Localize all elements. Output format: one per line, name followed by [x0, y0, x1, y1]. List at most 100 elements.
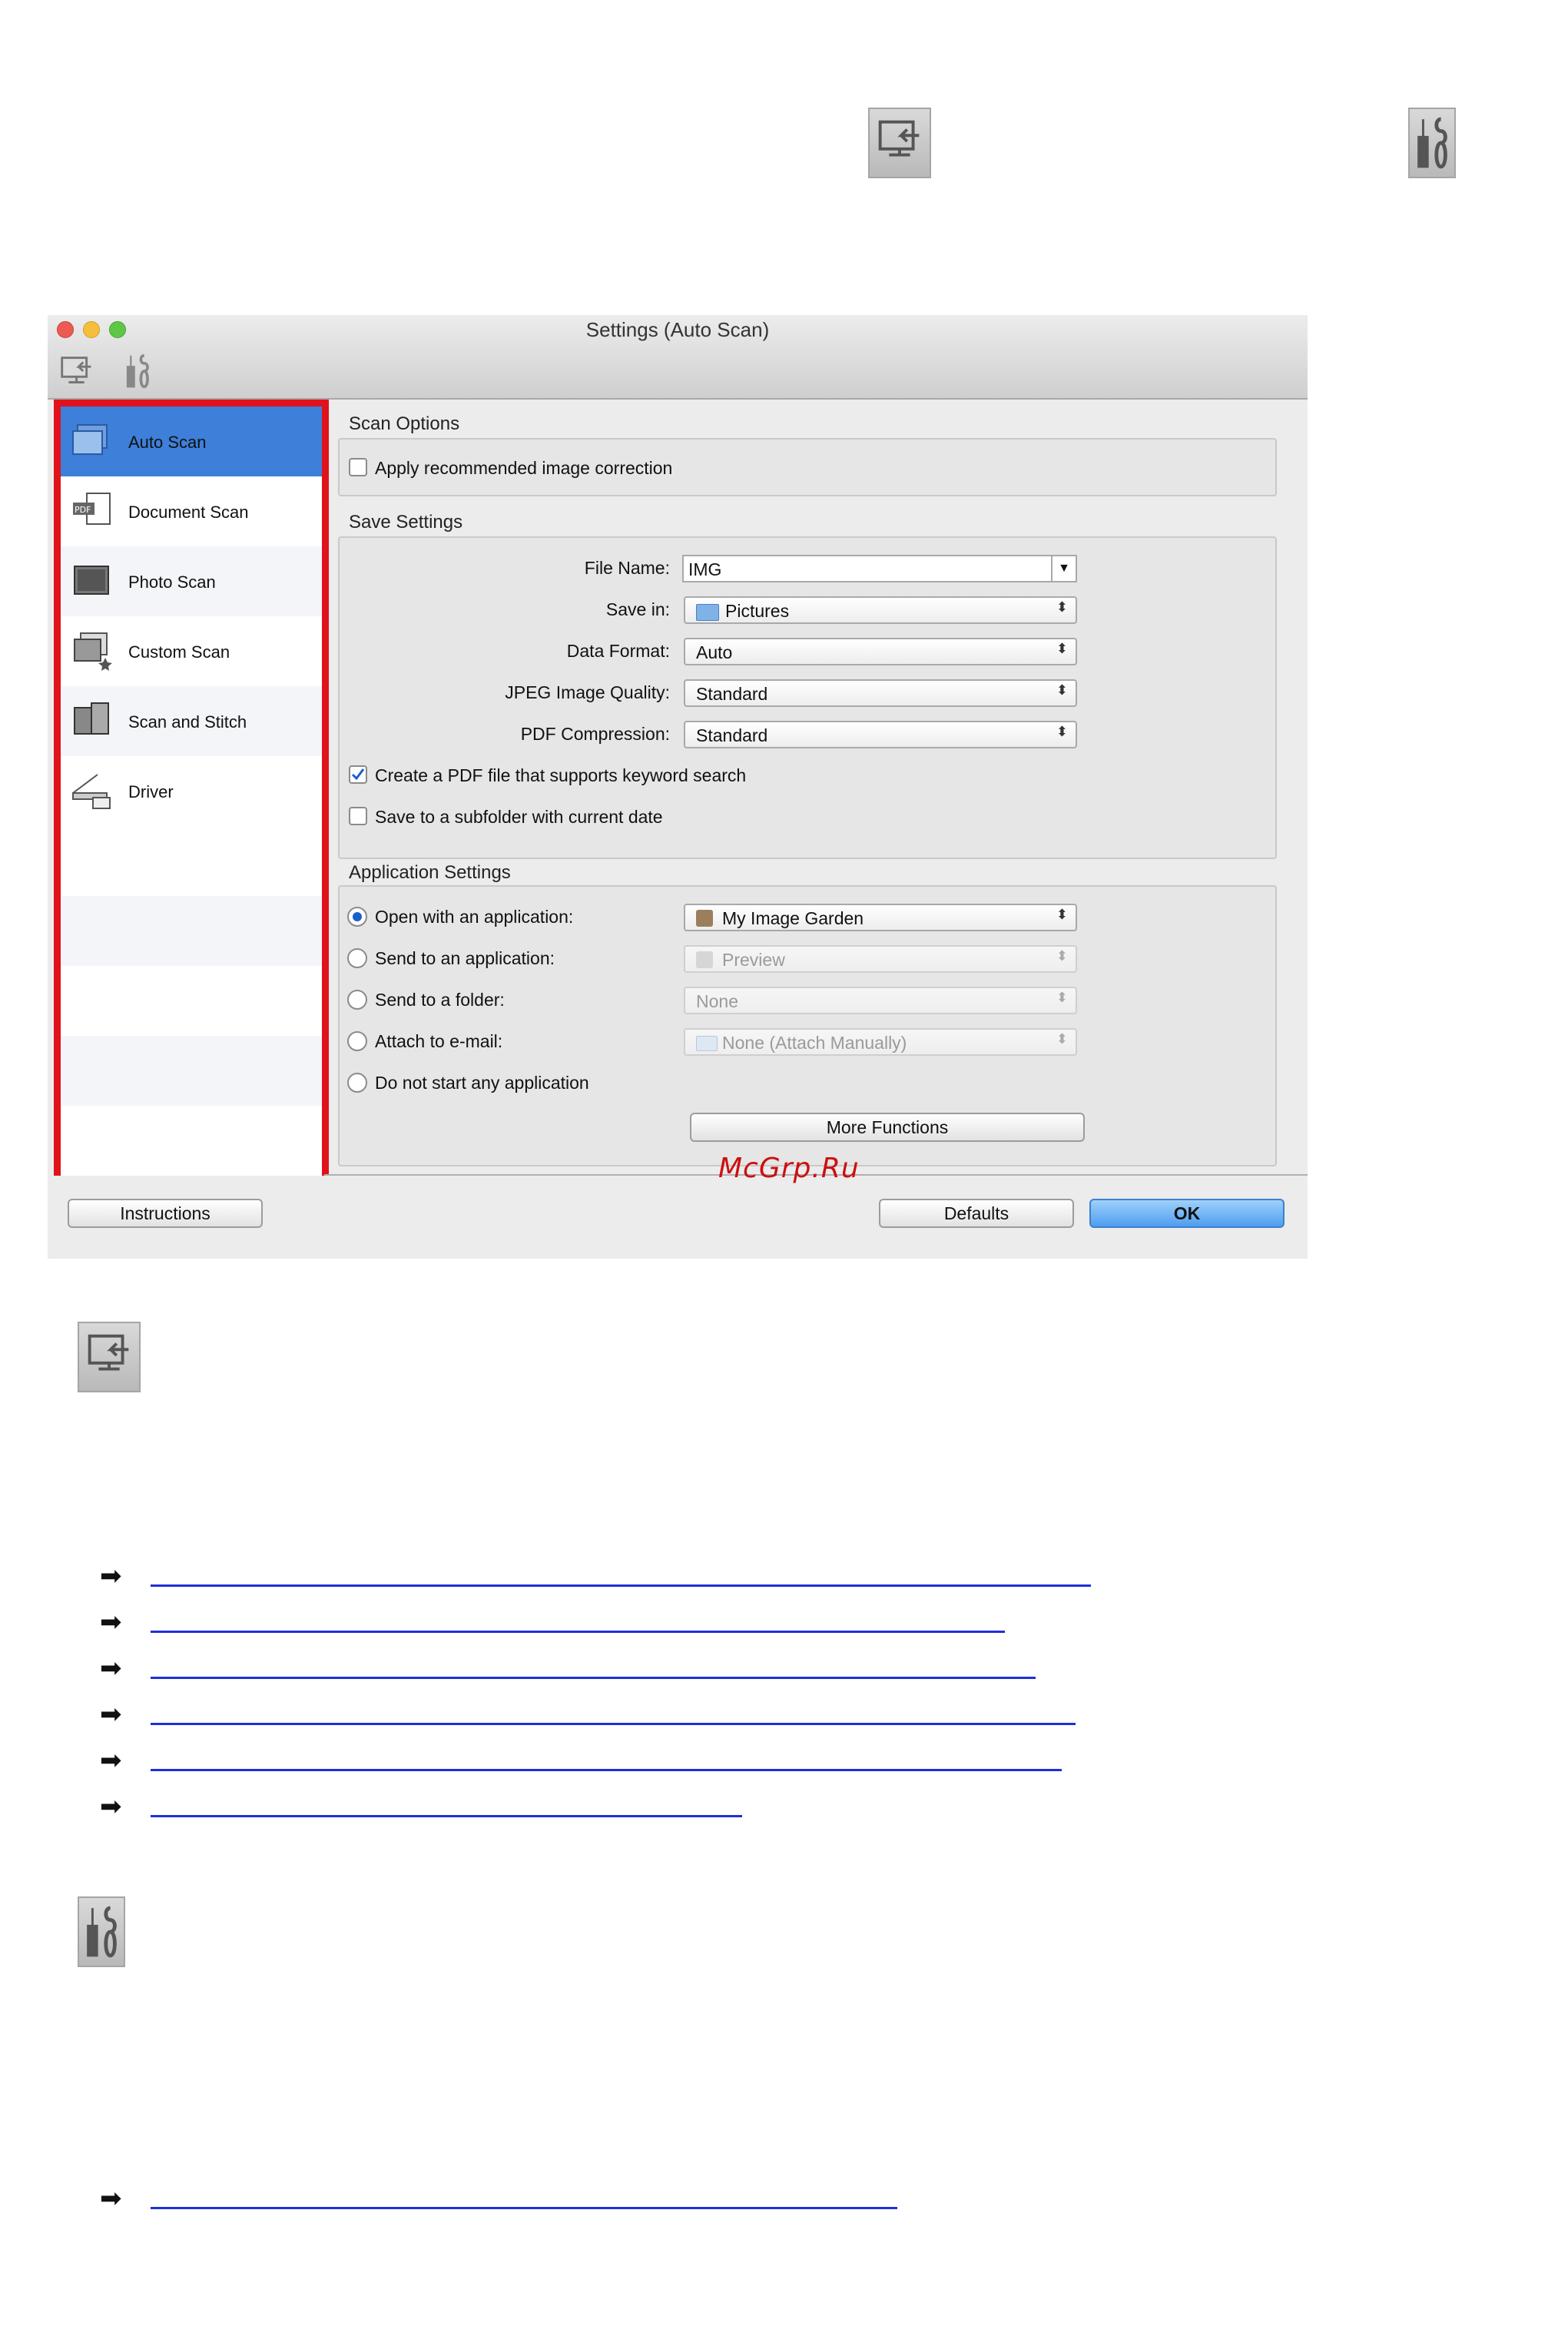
send-to-folder-select[interactable]: None ⬍ [684, 987, 1077, 1014]
open-with-app-label: Open with an application: [375, 907, 574, 927]
checkmark-icon [351, 768, 365, 781]
sidebar-item-label: Driver [128, 782, 174, 801]
photo-scan-icon [70, 560, 114, 602]
subfolder-checkbox[interactable] [349, 807, 367, 825]
data-format-label: Data Format: [566, 641, 670, 661]
chevron-down-icon[interactable]: ▼ [1051, 556, 1076, 581]
arrow-right-icon: ➡ [100, 1608, 122, 1637]
sidebar-item-label: Custom Scan [128, 642, 230, 662]
general-settings-icon [78, 1896, 125, 1967]
list-item [61, 826, 322, 896]
defaults-button[interactable]: Defaults [879, 1199, 1074, 1228]
send-to-folder-radio[interactable] [347, 990, 367, 1010]
auto-scan-icon [70, 420, 114, 462]
jpeg-quality-value: Standard [696, 684, 768, 704]
file-name-value: IMG [688, 559, 722, 579]
watermark: McGrp.Ru [718, 1153, 860, 1184]
link-underline[interactable] [151, 1584, 1091, 1587]
sidebar-item-label: Auto Scan [128, 433, 207, 452]
scan-from-computer-settings-icon [868, 108, 931, 178]
arrow-right-icon: ➡ [100, 2184, 122, 2213]
sidebar-item-driver[interactable]: Driver [61, 756, 322, 826]
more-functions-button[interactable]: More Functions [690, 1113, 1085, 1142]
chevron-updown-icon: ⬍ [1056, 990, 1068, 1005]
scan-and-stitch-icon [70, 700, 114, 742]
scan-mode-sidebar: Auto Scan PDF Document Scan Photo Scan C… [54, 400, 329, 1176]
sidebar-item-scan-and-stitch[interactable]: Scan and Stitch [61, 686, 322, 756]
ok-button[interactable]: OK [1089, 1199, 1285, 1228]
general-settings-tab[interactable] [115, 349, 160, 393]
send-to-app-value: Preview [722, 950, 785, 970]
open-with-app-value: My Image Garden [722, 908, 864, 928]
sidebar-item-label: Photo Scan [128, 572, 216, 592]
chevron-updown-icon: ⬍ [1056, 1031, 1068, 1047]
save-in-select[interactable]: Pictures ⬍ [684, 596, 1077, 624]
keyword-pdf-label: Create a PDF file that supports keyword … [375, 765, 747, 785]
application-settings-group: Open with an application: My Image Garde… [338, 885, 1277, 1166]
do-not-start-radio[interactable] [347, 1073, 367, 1093]
list-item [61, 896, 322, 966]
preview-icon [696, 951, 713, 968]
save-in-value: Pictures [725, 601, 790, 621]
link-underline[interactable] [151, 1631, 1005, 1633]
arrow-right-icon: ➡ [100, 1700, 122, 1729]
send-to-app-select[interactable]: Preview ⬍ [684, 945, 1077, 973]
list-item [61, 1036, 322, 1106]
document-scan-icon: PDF [70, 490, 114, 532]
chevron-updown-icon: ⬍ [1056, 724, 1068, 739]
window-title: Settings (Auto Scan) [585, 318, 770, 341]
sidebar-item-auto-scan[interactable]: Auto Scan [61, 406, 322, 476]
link-underline[interactable] [151, 1677, 1036, 1679]
data-format-value: Auto [696, 642, 733, 662]
arrow-right-icon: ➡ [100, 1746, 122, 1775]
jpeg-quality-select[interactable]: Standard ⬍ [684, 679, 1077, 707]
apply-correction-label: Apply recommended image correction [375, 458, 673, 478]
do-not-start-label: Do not start any application [375, 1073, 589, 1093]
save-settings-group: File Name: IMG ▼ Save in: Pictures ⬍ Dat… [338, 536, 1277, 859]
scan-from-computer-tab[interactable] [55, 349, 100, 393]
sidebar-item-label: Document Scan [128, 503, 249, 522]
application-settings-title: Application Settings [349, 862, 511, 883]
chevron-updown-icon: ⬍ [1056, 641, 1068, 656]
pdf-compression-value: Standard [696, 725, 768, 745]
svg-text:PDF: PDF [75, 505, 91, 515]
subfolder-label: Save to a subfolder with current date [375, 807, 663, 827]
title-bar: Settings (Auto Scan) [48, 315, 1308, 400]
pdf-compression-select[interactable]: Standard ⬍ [684, 721, 1077, 748]
file-name-input[interactable]: IMG ▼ [682, 555, 1077, 582]
scan-from-computer-settings-icon [78, 1322, 141, 1392]
data-format-select[interactable]: Auto ⬍ [684, 638, 1077, 665]
link-underline[interactable] [151, 1815, 742, 1817]
open-with-app-radio[interactable] [347, 907, 367, 927]
send-to-folder-label: Send to a folder: [375, 990, 505, 1010]
attach-email-radio[interactable] [347, 1031, 367, 1051]
link-underline[interactable] [151, 1723, 1076, 1725]
list-item [61, 1106, 322, 1176]
save-settings-title: Save Settings [349, 512, 463, 533]
chevron-updown-icon: ⬍ [1056, 907, 1068, 922]
link-underline[interactable] [151, 2207, 897, 2209]
settings-window: Settings (Auto Scan) Auto Scan PDF Docum… [48, 315, 1308, 1259]
sidebar-item-document-scan[interactable]: PDF Document Scan [61, 476, 322, 546]
link-underline[interactable] [151, 1769, 1062, 1771]
instructions-button[interactable]: Instructions [68, 1199, 263, 1228]
sidebar-item-custom-scan[interactable]: Custom Scan [61, 616, 322, 686]
attach-email-select[interactable]: None (Attach Manually) ⬍ [684, 1028, 1077, 1056]
folder-icon [696, 604, 719, 621]
sidebar-item-photo-scan[interactable]: Photo Scan [61, 546, 322, 616]
apply-correction-checkbox[interactable] [349, 458, 367, 476]
send-to-app-radio[interactable] [347, 948, 367, 968]
keyword-pdf-checkbox[interactable] [349, 765, 367, 784]
folder-icon [696, 1036, 718, 1051]
my-image-garden-icon [696, 910, 713, 927]
sidebar-item-label: Scan and Stitch [128, 712, 247, 732]
jpeg-quality-label: JPEG Image Quality: [505, 682, 670, 702]
attach-email-label: Attach to e-mail: [375, 1031, 503, 1051]
scan-options-group: Apply recommended image correction [338, 438, 1277, 496]
arrow-right-icon: ➡ [100, 1792, 122, 1821]
arrow-right-icon: ➡ [100, 1654, 122, 1683]
pdf-compression-label: PDF Compression: [520, 724, 670, 744]
list-item [61, 966, 322, 1036]
open-with-app-select[interactable]: My Image Garden ⬍ [684, 904, 1077, 931]
custom-scan-icon [70, 630, 114, 672]
